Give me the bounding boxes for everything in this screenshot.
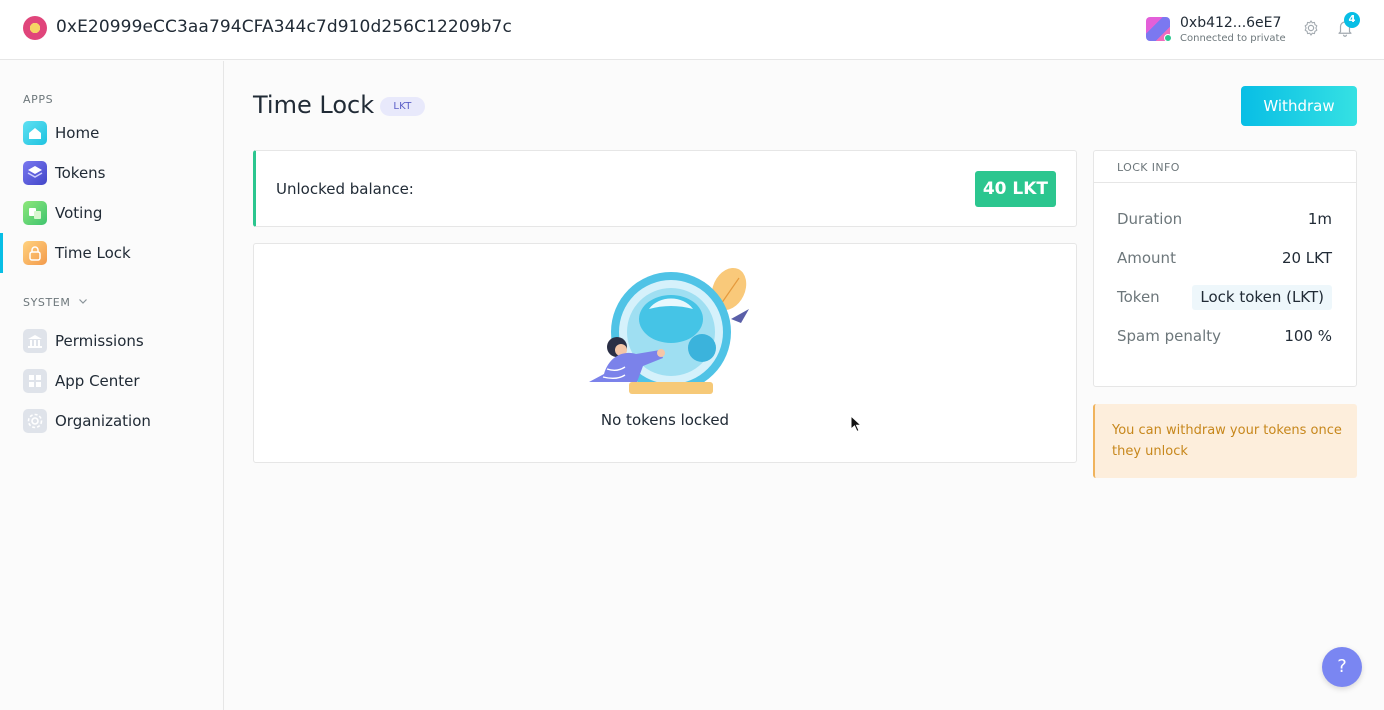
- unlocked-balance-card: Unlocked balance: 40 LKT: [253, 150, 1077, 227]
- unlocked-balance-value: 40 LKT: [974, 171, 1056, 207]
- sidebar-item-tokens[interactable]: Tokens: [0, 153, 223, 193]
- lock-info-key: Amount: [1117, 249, 1176, 267]
- lock-info-row-amount: Amount 20 LKT: [1117, 246, 1332, 270]
- permissions-icon: [23, 329, 47, 353]
- gear-icon[interactable]: [1302, 19, 1320, 37]
- notification-count-badge: 4: [1344, 12, 1360, 28]
- empty-state-card: No tokens locked: [253, 243, 1077, 463]
- lock-info-row-duration: Duration 1m: [1117, 207, 1332, 231]
- sidebar-item-label: Voting: [55, 204, 103, 222]
- withdraw-info-text: You can withdraw your tokens once they u…: [1112, 423, 1342, 459]
- token-symbol-badge: LKT: [380, 97, 425, 116]
- voting-icon: [23, 201, 47, 225]
- token-badge[interactable]: Lock token (LKT): [1192, 285, 1332, 310]
- connection-status-dot: [1164, 34, 1172, 42]
- apps-section-label: APPS: [23, 93, 54, 106]
- chevron-down-icon[interactable]: [78, 296, 88, 306]
- organization-icon: [23, 409, 47, 433]
- lock-info-key: Spam penalty: [1117, 327, 1221, 345]
- sidebar-item-label: Permissions: [55, 332, 144, 350]
- top-bar: 0xE20999eCC3aa794CFA344c7d910d256C12209b…: [0, 0, 1384, 60]
- sidebar-item-label: Home: [55, 124, 100, 142]
- empty-state-illustration: [589, 267, 749, 394]
- lock-info-value: 1m: [1307, 210, 1332, 228]
- unlocked-balance-label: Unlocked balance:: [276, 180, 414, 198]
- withdraw-button[interactable]: Withdraw: [1241, 86, 1357, 126]
- help-button[interactable]: ?: [1322, 647, 1362, 687]
- lock-info-row-token: Token Lock token (LKT): [1117, 285, 1332, 310]
- lock-info-value: 20 LKT: [1281, 249, 1332, 267]
- home-icon: [23, 121, 47, 145]
- organization-address[interactable]: 0xE20999eCC3aa794CFA344c7d910d256C12209b…: [56, 17, 512, 37]
- sidebar-item-permissions[interactable]: Permissions: [0, 321, 223, 361]
- organization-logo[interactable]: [23, 16, 47, 40]
- sidebar-item-voting[interactable]: Voting: [0, 193, 223, 233]
- lock-info-value: 100 %: [1284, 327, 1332, 345]
- time-lock-icon: [23, 241, 47, 265]
- lock-info-header: LOCK INFO: [1094, 151, 1356, 183]
- sidebar-item-home[interactable]: Home: [0, 113, 223, 153]
- sidebar-item-app-center[interactable]: App Center: [0, 361, 223, 401]
- lock-info-key: Duration: [1117, 210, 1183, 228]
- sidebar: APPS Home Tokens Voting Time Lock SYSTEM…: [0, 61, 224, 710]
- system-section-label: SYSTEM: [23, 296, 71, 309]
- lock-info-title: LOCK INFO: [1117, 161, 1180, 174]
- account-button[interactable]: 0xb412...6eE7 Connected to private: [1146, 15, 1286, 47]
- sidebar-item-organization[interactable]: Organization: [0, 401, 223, 441]
- empty-state-message: No tokens locked: [600, 411, 730, 429]
- sidebar-item-label: Time Lock: [55, 244, 131, 262]
- page-title: Time Lock: [253, 91, 375, 119]
- connection-status: Connected to private: [1180, 33, 1286, 44]
- lock-info-panel: LOCK INFO Duration 1m Amount 20 LKT Toke…: [1093, 150, 1357, 387]
- mouse-cursor-icon: [850, 415, 862, 433]
- sidebar-item-label: Tokens: [55, 164, 106, 182]
- withdraw-info-notice: You can withdraw your tokens once they u…: [1093, 404, 1357, 478]
- app-center-icon: [23, 369, 47, 393]
- sidebar-item-label: App Center: [55, 372, 140, 390]
- sidebar-item-time-lock[interactable]: Time Lock: [0, 233, 223, 273]
- account-address: 0xb412...6eE7: [1180, 15, 1282, 31]
- tokens-icon: [23, 161, 47, 185]
- sidebar-item-label: Organization: [55, 412, 151, 430]
- lock-info-key: Token: [1117, 288, 1160, 306]
- lock-info-row-spam-penalty: Spam penalty 100 %: [1117, 324, 1332, 348]
